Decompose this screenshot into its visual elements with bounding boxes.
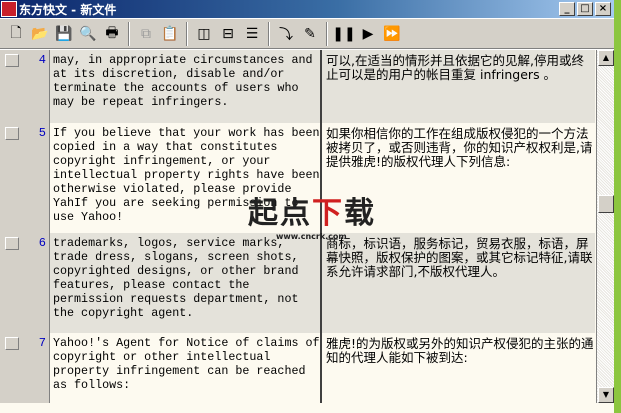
title-bar: 东方快文 - 新文件 _ □ × — [0, 0, 614, 18]
print-button[interactable]: 🖶 — [100, 23, 124, 45]
row-checkbox[interactable] — [5, 127, 19, 140]
pause-button[interactable]: ❚❚ — [332, 23, 356, 45]
close-button[interactable]: × — [595, 2, 611, 16]
paste-icon: 📋 — [161, 25, 179, 42]
row-number: 6 — [38, 236, 46, 250]
pause-icon: ❚❚ — [332, 25, 356, 42]
new-file-icon: 🗋 — [10, 24, 22, 41]
source-text[interactable]: may, in appropriate circumstances and at… — [50, 50, 322, 123]
single-layout-icon: ☰ — [245, 25, 259, 42]
save-button[interactable]: 💾 — [52, 23, 76, 45]
app-icon — [1, 1, 17, 17]
translate-icon: ⤵ — [279, 26, 293, 43]
print-icon: 🖶 — [105, 24, 119, 41]
new-file-button[interactable]: 🗋 — [4, 23, 28, 45]
toolbar-separator — [326, 21, 328, 46]
row-gutter: 6 — [0, 233, 50, 333]
open-folder-button[interactable]: 📂 — [28, 23, 52, 45]
paste-button[interactable]: 📋 — [158, 23, 182, 45]
window-title: 东方快文 - 新文件 — [19, 2, 117, 17]
vertical-scrollbar[interactable]: ▲ ▼ — [596, 50, 614, 403]
top-bottom-layout-icon: ⊟ — [222, 25, 234, 42]
segment-row[interactable]: 4 may, in appropriate circumstances and a… — [0, 50, 596, 123]
scroll-up-button[interactable]: ▲ — [598, 50, 614, 66]
row-number: 4 — [38, 53, 46, 67]
segment-row[interactable]: 7 Yahoo!'s Agent for Notice of claims of … — [0, 333, 596, 403]
row-number: 7 — [38, 336, 46, 350]
source-text[interactable]: Yahoo!'s Agent for Notice of claims of c… — [50, 333, 322, 403]
toolbar-separator — [268, 21, 270, 46]
row-gutter: 7 — [0, 333, 50, 403]
copy-button[interactable]: ⧉ — [134, 23, 158, 45]
single-layout-button[interactable]: ☰ — [240, 23, 264, 45]
print-preview-icon: 🔍 — [79, 25, 97, 42]
toolbar-separator — [128, 21, 130, 46]
top-bottom-layout-button[interactable]: ⊟ — [216, 23, 240, 45]
translation-grid: 7 Yahoo!'s Agent for Notice of claims of … — [0, 50, 614, 403]
segment-row[interactable]: 6 trademarks, logos, service marks, trade… — [0, 233, 596, 333]
row-checkbox[interactable] — [5, 337, 19, 350]
edit-button[interactable]: ✎ — [298, 23, 322, 45]
print-preview-button[interactable]: 🔍 — [76, 23, 100, 45]
toolbar-separator — [186, 21, 188, 46]
translation-text[interactable]: 商标，标识语，服务标记，贸易衣服，标语，屏幕快照，版权保护的图案，或其它标记特征… — [322, 233, 595, 333]
segment-row[interactable]: 5 If you believe that your work has been … — [0, 123, 596, 233]
row-gutter: 5 — [0, 123, 50, 233]
copy-icon: ⧉ — [141, 25, 151, 42]
row-number: 5 — [38, 126, 46, 140]
scroll-thumb[interactable] — [598, 195, 614, 213]
translation-text[interactable]: 雅虎!的为版权或另外的知识产权侵犯的主张的通知的代理人能如下被到达: — [322, 333, 595, 403]
play-icon: ▶ — [362, 25, 374, 42]
source-text[interactable]: If you believe that your work has been c… — [50, 123, 322, 233]
open-folder-icon: 📂 — [31, 25, 49, 42]
translation-text[interactable]: 可以,在适当的情形并且依据它的见解,停用或终止可以是的用户的帐目重复 infri… — [322, 50, 595, 123]
row-checkbox[interactable] — [5, 54, 19, 67]
play-button[interactable]: ▶ — [356, 23, 380, 45]
translate-button[interactable]: ⤵ — [274, 23, 298, 45]
desktop-edge — [614, 0, 621, 413]
row-gutter: 4 — [0, 50, 50, 123]
scroll-down-button[interactable]: ▼ — [598, 387, 614, 403]
translation-text[interactable]: 如果你相信你的工作在组成版权侵犯的一个方法被拷贝了，或否则违背，你的知识产权权利… — [322, 123, 595, 233]
toolbar: 🗋 📂 💾 🔍 🖶 ⧉ 📋 ◫ ⊟ ☰ ⤵ ✎ ❚❚ ▶ ⏩ — [0, 18, 614, 49]
source-text[interactable]: trademarks, logos, service marks, trade … — [50, 233, 322, 333]
row-checkbox[interactable] — [5, 237, 19, 250]
save-icon: 💾 — [55, 25, 73, 42]
fast-forward-icon: ⏩ — [383, 25, 401, 42]
side-by-side-layout-button[interactable]: ◫ — [192, 23, 216, 45]
fast-forward-button[interactable]: ⏩ — [380, 23, 404, 45]
side-by-side-layout-icon: ◫ — [197, 25, 211, 42]
bottom-strip — [0, 403, 614, 413]
edit-icon: ✎ — [304, 25, 316, 42]
maximize-button[interactable]: □ — [577, 2, 593, 16]
minimize-button[interactable]: _ — [559, 2, 575, 16]
